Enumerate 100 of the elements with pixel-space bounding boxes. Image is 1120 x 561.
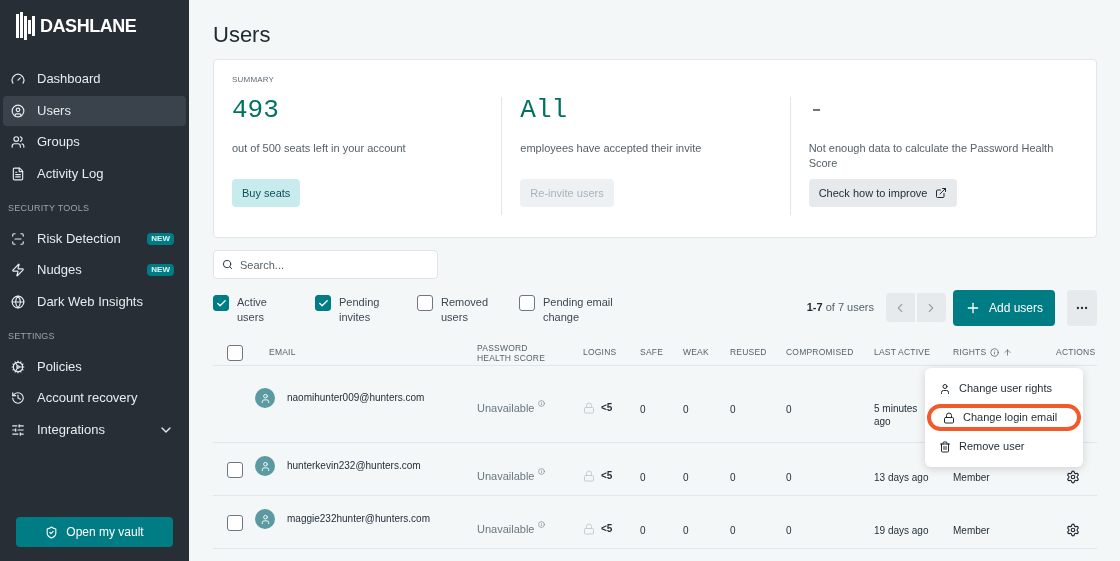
- nav-item[interactable]: Integrations: [3, 414, 186, 445]
- lock-icon: [583, 522, 595, 535]
- open-vault-button[interactable]: Open my vault: [16, 517, 173, 547]
- external-link-icon: [935, 187, 948, 199]
- stat-value: All: [520, 97, 569, 127]
- info-icon: [538, 521, 546, 528]
- nav-item[interactable]: Users: [3, 95, 186, 126]
- filter-checkbox[interactable]: [315, 295, 331, 311]
- gauge-icon: [11, 72, 25, 86]
- menu-item[interactable]: Change login email: [927, 404, 1081, 431]
- select-all-checkbox[interactable]: [227, 344, 243, 361]
- column-header[interactable]: COMPROMISED: [786, 346, 854, 359]
- recovery-icon: [11, 391, 25, 405]
- nav-item[interactable]: Activity Log: [3, 158, 186, 189]
- filter-label: Removed users: [441, 295, 490, 325]
- section-heading: SECURITY TOOLS: [7, 202, 91, 215]
- logins-cell-text: <5: [601, 522, 613, 536]
- email-cell-text: maggie232hunter@hunters.com: [287, 512, 430, 526]
- health-cell-text: Unavailable: [477, 401, 535, 416]
- nav-item[interactable]: Policies: [3, 351, 186, 382]
- globe-icon: [11, 294, 25, 309]
- count-cell-text: 0: [640, 403, 647, 417]
- last-active-cell-text: 19 days ago: [874, 524, 930, 538]
- column-header[interactable]: EMAIL: [269, 346, 296, 359]
- last-active-cell-text: 13 days ago: [874, 471, 930, 485]
- checkmark-icon: [215, 297, 227, 309]
- info-icon: [538, 400, 546, 407]
- column-header[interactable]: REUSED: [730, 346, 767, 359]
- user-icon: [11, 103, 25, 118]
- logins-cell-text: <5: [601, 469, 613, 483]
- settings-icon[interactable]: [1066, 523, 1080, 537]
- stat-button[interactable]: Buy seats: [232, 179, 301, 207]
- scan-icon: [11, 231, 25, 246]
- settings-icon[interactable]: [1066, 470, 1080, 484]
- shield-icon: [45, 525, 59, 539]
- column-header[interactable]: LAST ACTIVE: [874, 346, 931, 359]
- stat-caption: employees have accepted their invite: [520, 141, 703, 156]
- filter-checkbox[interactable]: [417, 295, 433, 311]
- info-icon: [990, 348, 1000, 357]
- section-heading: SETTINGS: [7, 330, 56, 343]
- filter-checkbox[interactable]: [519, 295, 535, 311]
- filter-checkbox[interactable]: [213, 295, 229, 311]
- new-badge: NEW: [147, 264, 174, 276]
- nav-item[interactable]: Dashboard: [3, 64, 186, 94]
- column-header[interactable]: RIGHTS: [953, 346, 987, 359]
- count-cell-text: 0: [640, 524, 647, 538]
- menu-item[interactable]: Remove user: [927, 433, 1081, 460]
- stat-caption: out of 500 seats left in your account: [232, 141, 407, 156]
- count-cell-text: 0: [730, 524, 737, 538]
- search-icon: [222, 259, 233, 270]
- column-header[interactable]: LOGINS: [583, 346, 617, 359]
- filter-label: Active users: [237, 295, 268, 325]
- nav-item[interactable]: Groups: [3, 127, 186, 157]
- last-active-cell-text: 5 minutes ago: [874, 402, 919, 428]
- logo-text: DASHLANE: [40, 14, 137, 38]
- document-icon: [11, 166, 25, 181]
- count-cell-text: 0: [683, 524, 690, 538]
- column-header[interactable]: PASSWORD HEALTH SCORE: [477, 342, 557, 363]
- count-cell-text: 0: [786, 471, 793, 485]
- nav-item[interactable]: Account recovery: [3, 383, 186, 413]
- nav-item[interactable]: Risk Detection NEW: [3, 223, 186, 254]
- stat-button[interactable]: Check how to improve: [808, 179, 958, 207]
- search-field[interactable]: Search...: [213, 250, 438, 279]
- lock-icon: [943, 411, 955, 424]
- row-checkbox[interactable]: [227, 515, 243, 531]
- lock-icon: [583, 469, 595, 482]
- trash-icon: [939, 440, 951, 453]
- stat-value: -: [808, 97, 826, 127]
- nav-item[interactable]: Dark Web Insights: [3, 286, 186, 317]
- filter-label: Pending email change: [543, 295, 614, 325]
- rights-cell-text: Member: [953, 471, 991, 485]
- count-cell-text: 0: [730, 471, 737, 485]
- email-cell-text: naomihunter009@hunters.com: [287, 391, 425, 405]
- stat-value: 493: [232, 97, 280, 127]
- user-icon: [939, 382, 951, 395]
- column-header[interactable]: ACTIONS: [1056, 346, 1096, 359]
- column-header[interactable]: WEAK: [683, 346, 709, 359]
- health-cell-text: Unavailable: [477, 469, 535, 484]
- menu-item[interactable]: Change user rights: [927, 375, 1081, 402]
- add-users-button[interactable]: Add users: [952, 290, 1055, 326]
- summary-heading: SUMMARY: [232, 74, 276, 86]
- sliders-icon: [11, 422, 25, 437]
- info-icon: [538, 468, 546, 475]
- avatar-icon: [255, 456, 275, 476]
- page-title: Users: [213, 21, 272, 49]
- nav-item[interactable]: Nudges NEW: [3, 255, 186, 285]
- checkmark-icon: [317, 297, 329, 309]
- count-cell-text: 0: [730, 403, 737, 417]
- logins-cell-text: <5: [601, 401, 613, 415]
- health-cell-text: Unavailable: [477, 522, 535, 537]
- logo-icon: [16, 12, 36, 40]
- lock-icon: [583, 401, 595, 414]
- count-cell-text: 0: [683, 403, 690, 417]
- group-icon: [11, 135, 25, 149]
- column-header[interactable]: SAFE: [640, 346, 664, 359]
- lightning-icon: [11, 263, 25, 277]
- count-cell-text: 0: [786, 403, 793, 417]
- email-cell-text: hunterkevin232@hunters.com: [287, 459, 421, 473]
- pagination-text: 1-7 of 7 users: [806, 300, 874, 315]
- row-checkbox[interactable]: [227, 462, 243, 478]
